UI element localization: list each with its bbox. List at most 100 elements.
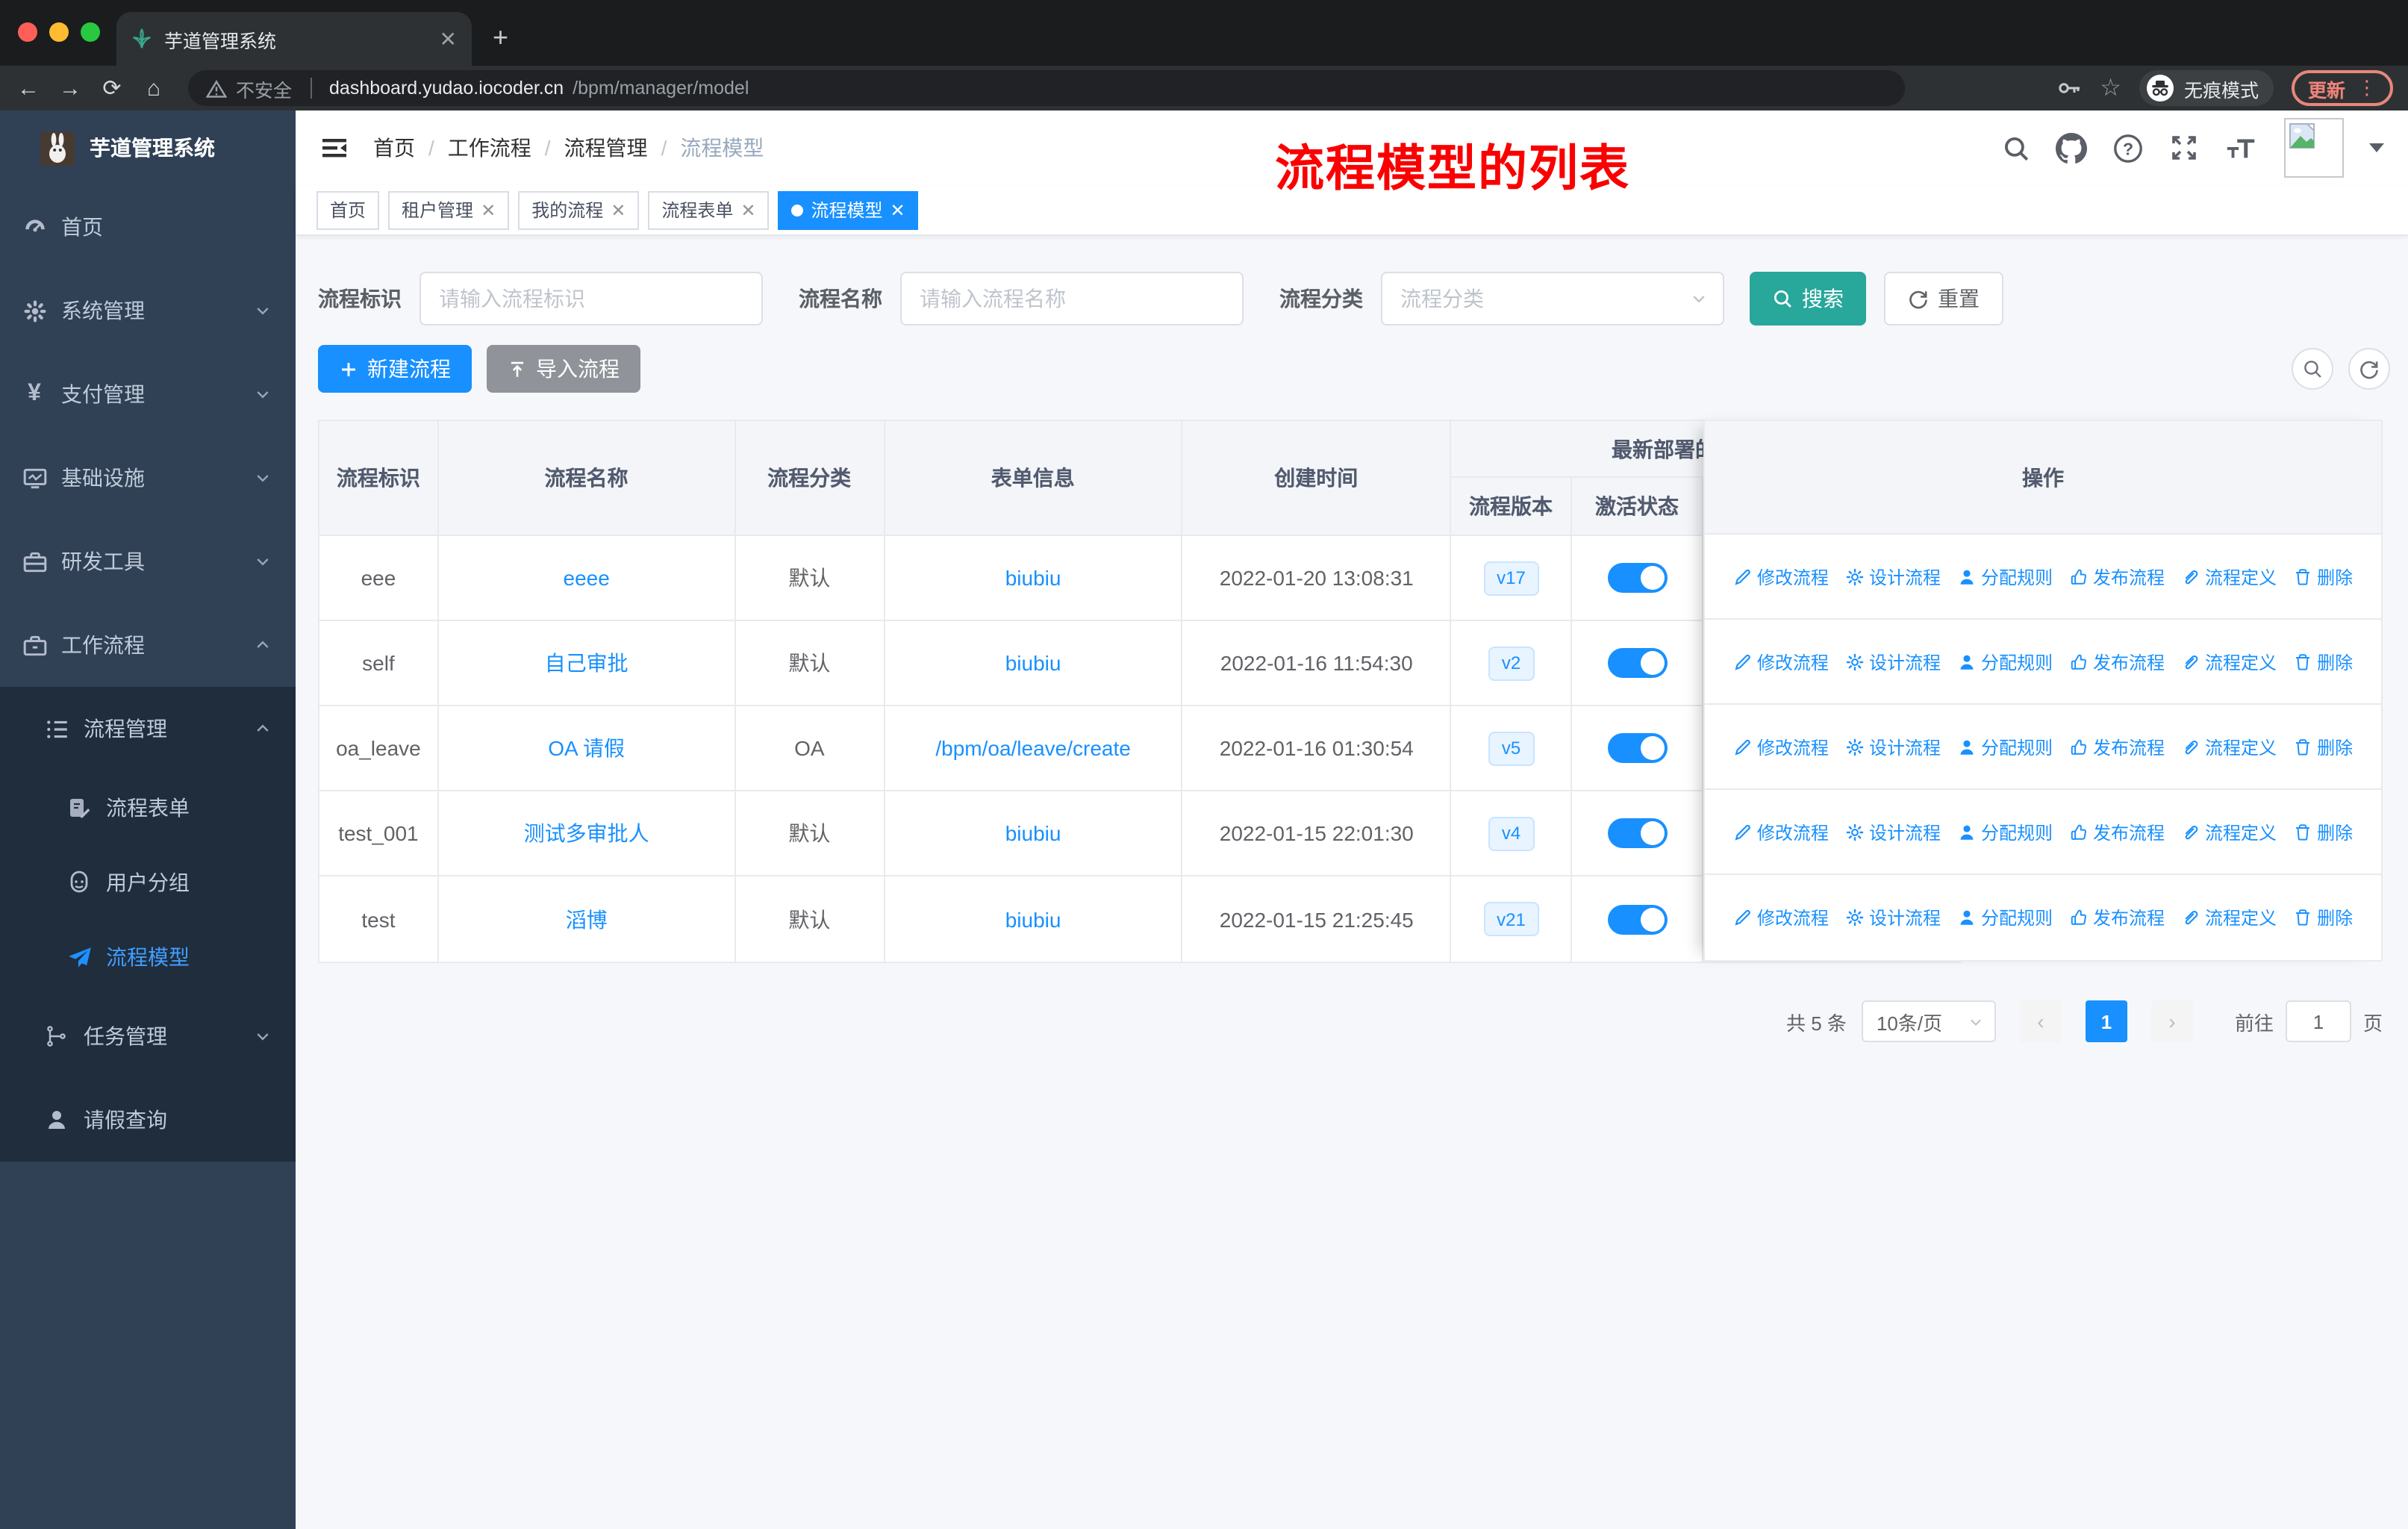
form-info-link[interactable]: biubiu: [1005, 907, 1061, 931]
fullscreen-icon[interactable]: [2169, 133, 2199, 163]
new-tab-button[interactable]: +: [493, 24, 508, 51]
process-name-link[interactable]: 自己审批: [545, 648, 628, 678]
goto-page-input[interactable]: [2285, 1000, 2351, 1042]
close-icon[interactable]: ✕: [481, 201, 496, 219]
password-key-icon[interactable]: [2055, 75, 2082, 102]
edit-process-link[interactable]: 修改流程: [1733, 734, 1829, 759]
breadcrumb-item[interactable]: 首页: [373, 133, 415, 163]
process-name-link[interactable]: 滔博: [566, 904, 608, 934]
sidebar-item-leave-query[interactable]: 请假查询: [0, 1078, 296, 1162]
assign-rule-link[interactable]: 分配规则: [1957, 564, 2053, 589]
breadcrumb-item[interactable]: 流程管理: [564, 133, 648, 163]
close-window-button[interactable]: [18, 22, 37, 42]
assign-rule-link[interactable]: 分配规则: [1957, 649, 2053, 674]
tag-home[interactable]: 首页: [316, 190, 380, 229]
process-definition-link[interactable]: 流程定义: [2181, 905, 2277, 930]
tag-my-process[interactable]: 我的流程 ✕: [518, 190, 640, 229]
sidebar-item-process-manage[interactable]: 流程管理: [0, 687, 296, 770]
sidebar-item-system[interactable]: 系统管理: [0, 269, 296, 352]
github-icon[interactable]: [2056, 132, 2087, 164]
browser-menu-icon[interactable]: ⋮: [2357, 76, 2377, 100]
process-key-input[interactable]: [419, 272, 763, 326]
next-page-button[interactable]: ›: [2150, 1000, 2193, 1042]
assign-rule-link[interactable]: 分配规则: [1957, 819, 2053, 844]
active-toggle[interactable]: [1607, 563, 1668, 593]
bookmark-star-icon[interactable]: ☆: [2100, 73, 2121, 103]
zoom-window-button[interactable]: [81, 22, 100, 42]
design-process-link[interactable]: 设计流程: [1845, 819, 1941, 844]
process-definition-link[interactable]: 流程定义: [2181, 734, 2277, 759]
assign-rule-link[interactable]: 分配规则: [1957, 734, 2053, 759]
active-toggle[interactable]: [1607, 733, 1668, 763]
tag-tenant[interactable]: 租户管理 ✕: [388, 190, 510, 229]
process-definition-link[interactable]: 流程定义: [2181, 819, 2277, 844]
avatar[interactable]: [2284, 118, 2344, 178]
prev-page-button[interactable]: ‹: [2019, 1000, 2062, 1042]
create-process-button[interactable]: 新建流程: [318, 345, 472, 393]
delete-link[interactable]: 删除: [2293, 819, 2353, 844]
process-name-input[interactable]: [900, 272, 1244, 326]
close-icon[interactable]: ✕: [740, 201, 755, 219]
sidebar-item-task-manage[interactable]: 任务管理: [0, 994, 296, 1078]
search-icon[interactable]: [2002, 134, 2030, 162]
form-info-link[interactable]: /bpm/oa/leave/create: [935, 736, 1131, 760]
browser-tab[interactable]: 芋道管理系统 ✕: [116, 12, 472, 66]
font-size-icon[interactable]: [2224, 133, 2259, 163]
tag-process-form[interactable]: 流程表单 ✕: [648, 190, 770, 229]
edit-process-link[interactable]: 修改流程: [1733, 564, 1829, 589]
active-toggle[interactable]: [1607, 904, 1668, 934]
publish-process-link[interactable]: 发布流程: [2069, 649, 2165, 674]
browser-update-button[interactable]: 更新 ⋮: [2291, 70, 2393, 106]
process-category-select[interactable]: 流程分类: [1381, 272, 1724, 326]
delete-link[interactable]: 删除: [2293, 734, 2353, 759]
collapse-sidebar-icon[interactable]: [319, 133, 349, 163]
active-toggle[interactable]: [1607, 648, 1668, 678]
process-definition-link[interactable]: 流程定义: [2181, 649, 2277, 674]
logo-row[interactable]: 芋道管理系统: [0, 110, 296, 185]
back-icon[interactable]: ←: [15, 77, 42, 99]
sidebar-item-devtools[interactable]: 研发工具: [0, 520, 296, 603]
avatar-caret-icon[interactable]: [2369, 143, 2384, 152]
design-process-link[interactable]: 设计流程: [1845, 905, 1941, 930]
delete-link[interactable]: 删除: [2293, 905, 2353, 930]
form-info-link[interactable]: biubiu: [1005, 821, 1061, 845]
forward-icon[interactable]: →: [57, 77, 84, 99]
delete-link[interactable]: 删除: [2293, 649, 2353, 674]
form-info-link[interactable]: biubiu: [1005, 566, 1061, 590]
publish-process-link[interactable]: 发布流程: [2069, 905, 2165, 930]
assign-rule-link[interactable]: 分配规则: [1957, 905, 2053, 930]
reload-icon[interactable]: ⟳: [99, 77, 125, 99]
process-name-link[interactable]: eeee: [564, 566, 610, 590]
sidebar-item-infrastructure[interactable]: 基础设施: [0, 436, 296, 520]
sidebar-item-payment[interactable]: ¥ 支付管理: [0, 352, 296, 436]
sidebar-item-workflow[interactable]: 工作流程: [0, 603, 296, 687]
design-process-link[interactable]: 设计流程: [1845, 564, 1941, 589]
close-icon[interactable]: ✕: [890, 201, 905, 219]
publish-process-link[interactable]: 发布流程: [2069, 819, 2165, 844]
sidebar-item-user-group[interactable]: 用户分组: [0, 845, 296, 920]
reset-button[interactable]: 重置: [1884, 272, 2003, 326]
sidebar-item-process-form[interactable]: 流程表单: [0, 770, 296, 845]
publish-process-link[interactable]: 发布流程: [2069, 734, 2165, 759]
search-button[interactable]: 搜索: [1750, 272, 1866, 326]
tag-process-model[interactable]: 流程模型 ✕: [778, 190, 919, 229]
process-name-link[interactable]: OA 请假: [548, 733, 625, 763]
security-warning-icon[interactable]: [206, 78, 227, 98]
delete-link[interactable]: 删除: [2293, 564, 2353, 589]
sidebar-item-home[interactable]: 首页: [0, 185, 296, 269]
design-process-link[interactable]: 设计流程: [1845, 649, 1941, 674]
edit-process-link[interactable]: 修改流程: [1733, 649, 1829, 674]
active-toggle[interactable]: [1607, 818, 1668, 848]
edit-process-link[interactable]: 修改流程: [1733, 819, 1829, 844]
current-page-button[interactable]: 1: [2085, 1000, 2127, 1042]
sidebar-item-process-model[interactable]: 流程模型: [0, 920, 296, 994]
close-icon[interactable]: ✕: [611, 201, 626, 219]
form-info-link[interactable]: biubiu: [1005, 651, 1061, 675]
design-process-link[interactable]: 设计流程: [1845, 734, 1941, 759]
minimize-window-button[interactable]: [49, 22, 69, 42]
refresh-icon-button[interactable]: [2348, 348, 2390, 390]
hide-search-icon-button[interactable]: [2292, 348, 2333, 390]
edit-process-link[interactable]: 修改流程: [1733, 905, 1829, 930]
process-definition-link[interactable]: 流程定义: [2181, 564, 2277, 589]
url-bar[interactable]: 不安全 dashboard.yudao.iocoder.cn/bpm/manag…: [188, 70, 1905, 106]
